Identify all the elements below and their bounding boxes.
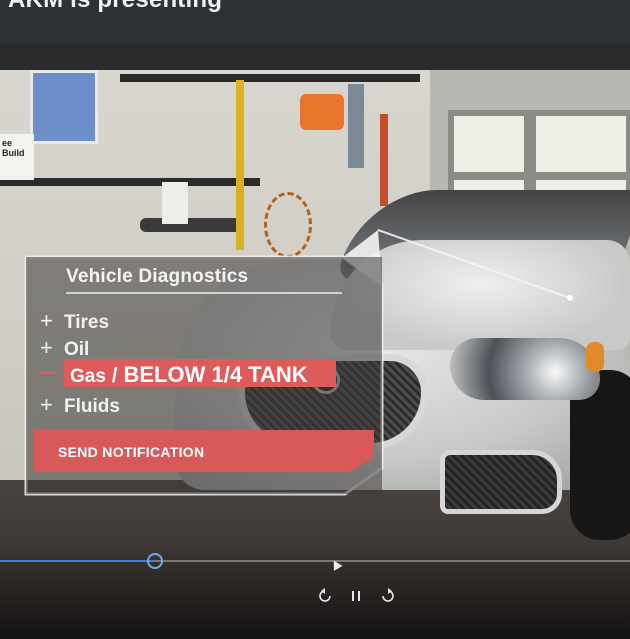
send-notification-button[interactable]: SEND NOTIFICATION <box>34 430 374 472</box>
expand-icon: + <box>40 308 53 333</box>
presenter-header: AKM is presenting <box>0 0 630 45</box>
expand-icon: + <box>40 392 53 417</box>
video-top-strip <box>0 44 630 70</box>
pause-icon[interactable] <box>350 588 362 604</box>
progress-fill <box>0 560 155 562</box>
presenting-label: AKM is presenting <box>8 0 222 14</box>
gas-label: Gas <box>70 366 106 387</box>
diag-item-label: Oil <box>64 339 90 360</box>
diag-item-label: Tires <box>64 312 110 333</box>
diag-item-tires[interactable]: + Tires <box>40 308 109 334</box>
collapse-icon <box>40 371 56 374</box>
player-controls <box>0 540 630 639</box>
diagnostics-title: Vehicle Diagnostics <box>66 266 249 287</box>
shared-video[interactable]: ee Build Vehicle Diagnostics + Tires + Oil… <box>0 70 630 639</box>
forward-icon[interactable] <box>380 588 396 604</box>
rewind-icon[interactable] <box>317 588 333 604</box>
expand-icon: + <box>40 335 53 360</box>
title-divider <box>66 292 342 294</box>
diag-item-oil[interactable]: + Oil <box>40 335 89 361</box>
diag-item-label: Fluids <box>64 396 120 417</box>
gas-separator: / <box>111 365 118 387</box>
send-notification-label: SEND NOTIFICATION <box>58 444 205 460</box>
gas-alert-text: Gas / BELOW 1/4 TANK <box>70 362 308 388</box>
gas-status: BELOW 1/4 TANK <box>123 362 308 387</box>
diag-item-fluids[interactable]: + Fluids <box>40 392 120 418</box>
